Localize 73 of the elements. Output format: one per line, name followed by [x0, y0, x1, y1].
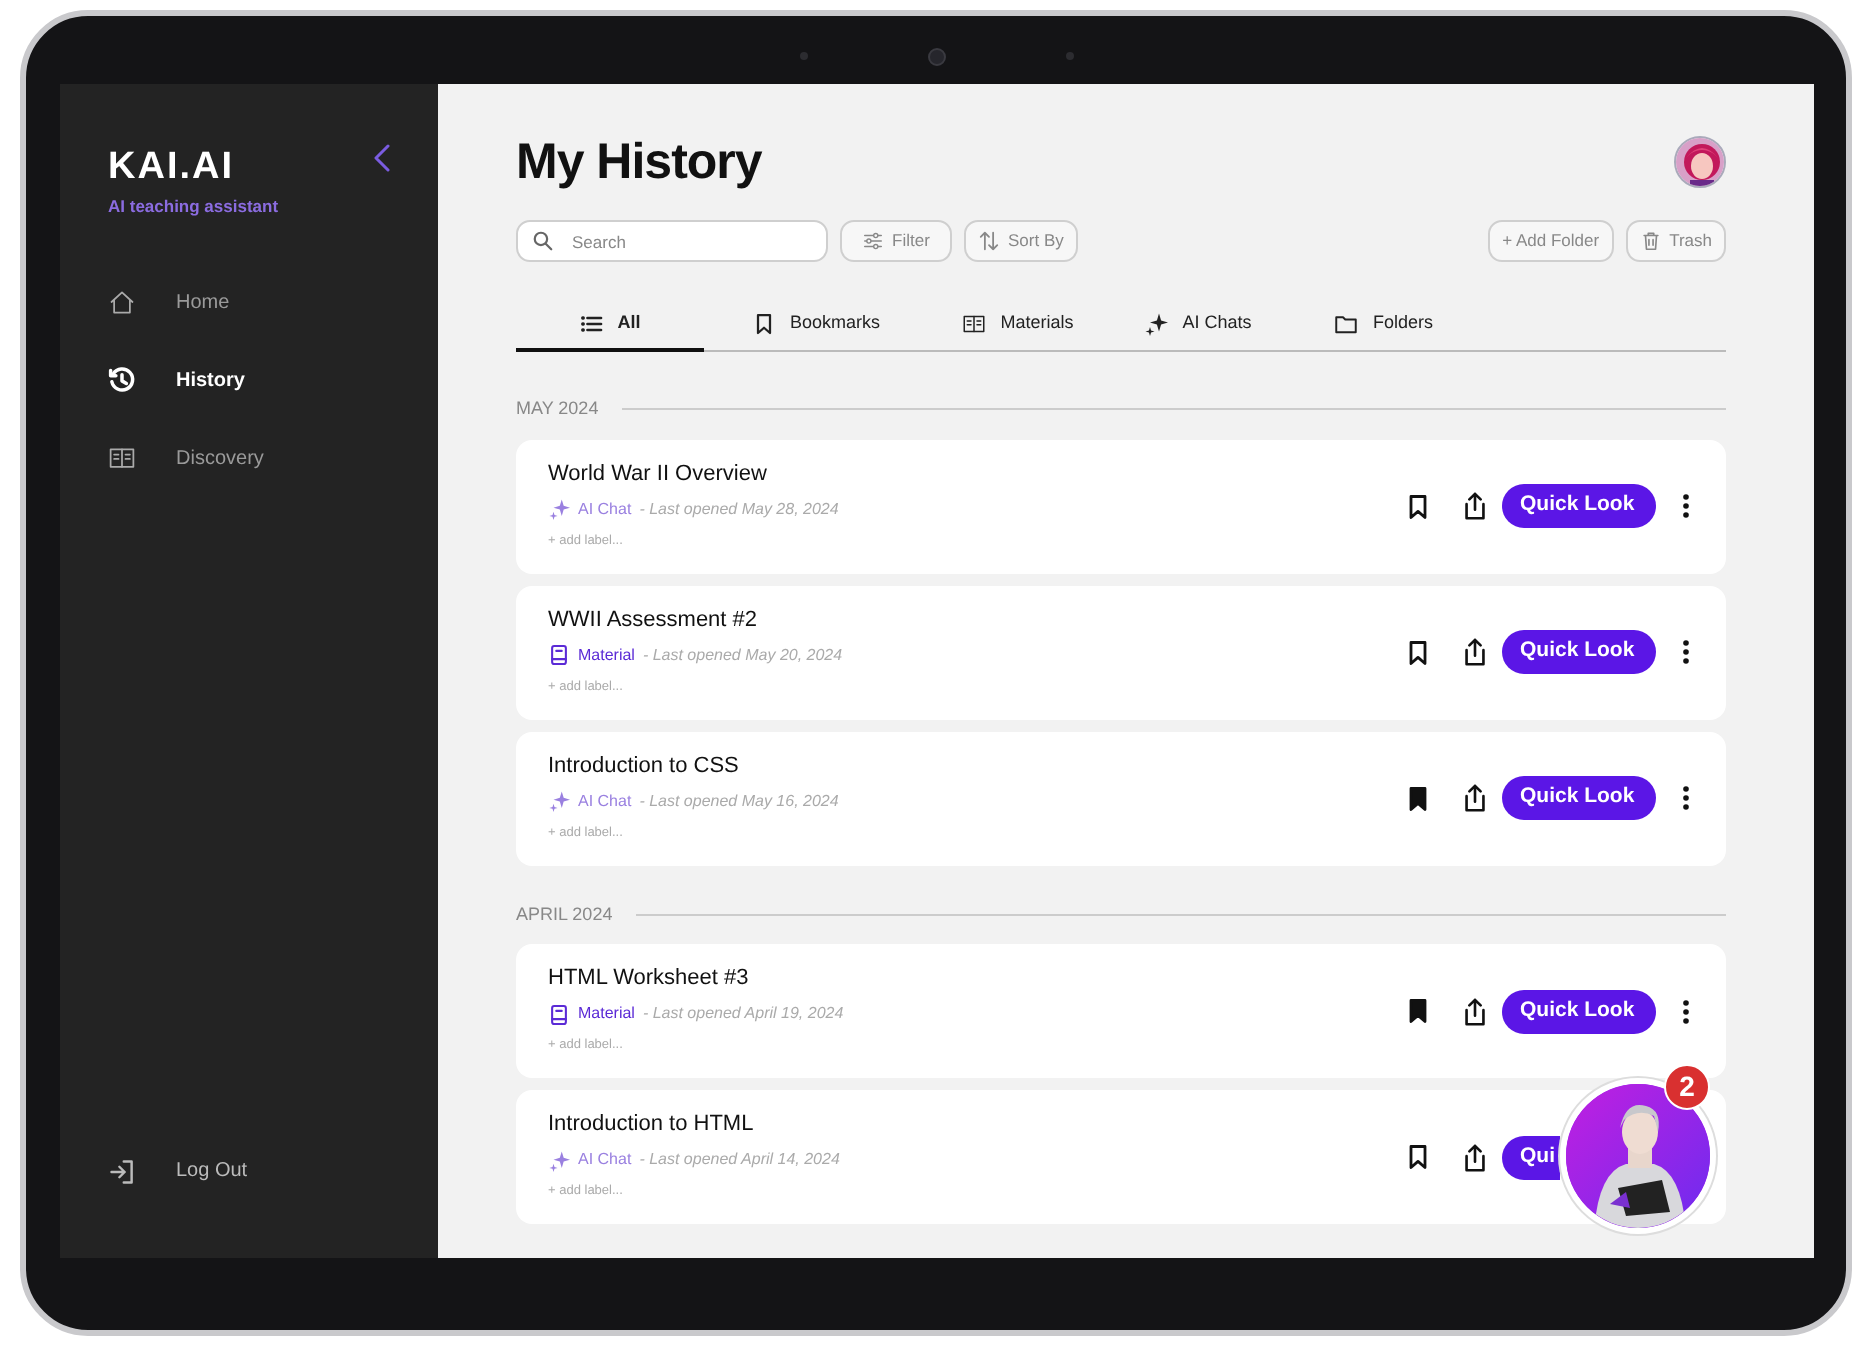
- item-title: Introduction to CSS: [548, 753, 741, 780]
- book-icon: [548, 1003, 570, 1026]
- quick-look-button[interactable]: Quick Look: [1502, 989, 1656, 1033]
- bookmark-button[interactable]: [1404, 996, 1432, 1026]
- bookmark-button[interactable]: [1404, 491, 1432, 521]
- last-opened-text: - Last opened April 14, 2024: [639, 1148, 840, 1173]
- sidebar-item[interactable]: History: [108, 341, 245, 420]
- tab[interactable]: AI Chats: [1108, 298, 1288, 352]
- share-button[interactable]: [1460, 995, 1490, 1027]
- history-icon: [108, 366, 136, 395]
- share-button[interactable]: [1460, 636, 1490, 668]
- share-button[interactable]: [1460, 490, 1490, 522]
- item-title: World War II Overview: [548, 461, 769, 488]
- logout-icon: [108, 1157, 136, 1185]
- sparkle-icon: [1144, 311, 1169, 335]
- tab[interactable]: Folders: [1288, 298, 1480, 352]
- collapse-button[interactable]: [372, 144, 392, 172]
- tab[interactable]: Materials: [928, 298, 1108, 352]
- item-title: HTML Worksheet #3: [548, 966, 751, 993]
- kebab-icon: [1682, 786, 1690, 810]
- item-type: AI Chat: [578, 497, 632, 522]
- bookmark-icon: [751, 311, 776, 335]
- sparkle-icon: [548, 1149, 570, 1172]
- sidebar-item[interactable]: Discovery: [108, 419, 264, 498]
- page-title: My History: [516, 132, 762, 192]
- item-type: AI Chat: [578, 789, 632, 814]
- item-title: WWII Assessment #2: [548, 607, 760, 634]
- quick-look-button[interactable]: Quick Look: [1502, 484, 1656, 528]
- tab[interactable]: Bookmarks: [704, 298, 928, 352]
- item-type: Material: [578, 643, 635, 668]
- more-button[interactable]: [1682, 786, 1690, 810]
- logo-text: KAI.AI: [108, 148, 234, 186]
- sparkle-icon: [548, 790, 570, 813]
- home-icon: [108, 288, 136, 317]
- sparkle-icon: [548, 498, 570, 521]
- bookmark-button[interactable]: [1404, 783, 1432, 813]
- sidebar-item[interactable]: Home: [108, 263, 230, 342]
- sort-icon: [978, 230, 1000, 252]
- kebab-icon: [1682, 999, 1690, 1023]
- kebab-icon: [1682, 494, 1690, 518]
- book-icon: [548, 644, 570, 667]
- bookmark-button[interactable]: [1404, 637, 1432, 667]
- more-button[interactable]: [1682, 999, 1690, 1023]
- sliders-icon: [862, 230, 885, 252]
- search-field[interactable]: Search: [516, 220, 828, 262]
- more-button[interactable]: [1682, 640, 1690, 664]
- last-opened-text: - Last opened May 16, 2024: [639, 789, 839, 814]
- item-type: Material: [578, 1002, 635, 1027]
- item-type: AI Chat: [578, 1148, 632, 1173]
- quick-look-button[interactable]: Quick Look: [1502, 630, 1656, 674]
- logout-button[interactable]: Log Out: [108, 1132, 248, 1210]
- quick-look-button[interactable]: Quick Look: [1502, 776, 1656, 820]
- bookmark-button[interactable]: [1404, 1142, 1432, 1172]
- book-icon: [108, 444, 136, 473]
- folder-icon: [1334, 311, 1359, 335]
- tagline: AI teaching assistant: [108, 194, 279, 220]
- item-title: Introduction to HTML: [548, 1112, 756, 1139]
- list-icon: [579, 311, 604, 335]
- share-button[interactable]: [1460, 782, 1490, 814]
- section-heading: APRIL 2024: [516, 901, 613, 927]
- more-button[interactable]: [1682, 494, 1690, 518]
- kebab-icon: [1682, 640, 1690, 664]
- camera-lens: [928, 47, 946, 65]
- book-icon: [962, 311, 987, 335]
- quick-look-button[interactable]: Qui: [1502, 1135, 1560, 1179]
- last-opened-text: - Last opened April 19, 2024: [642, 1002, 844, 1027]
- last-opened-text: - Last opened May 20, 2024: [642, 643, 843, 668]
- share-button[interactable]: [1460, 1141, 1490, 1173]
- last-opened-text: - Last opened May 28, 2024: [639, 497, 839, 522]
- search-icon: [532, 230, 554, 252]
- section-heading: MAY 2024: [516, 396, 599, 422]
- trash-icon: [1639, 230, 1662, 252]
- tab[interactable]: All: [516, 298, 704, 352]
